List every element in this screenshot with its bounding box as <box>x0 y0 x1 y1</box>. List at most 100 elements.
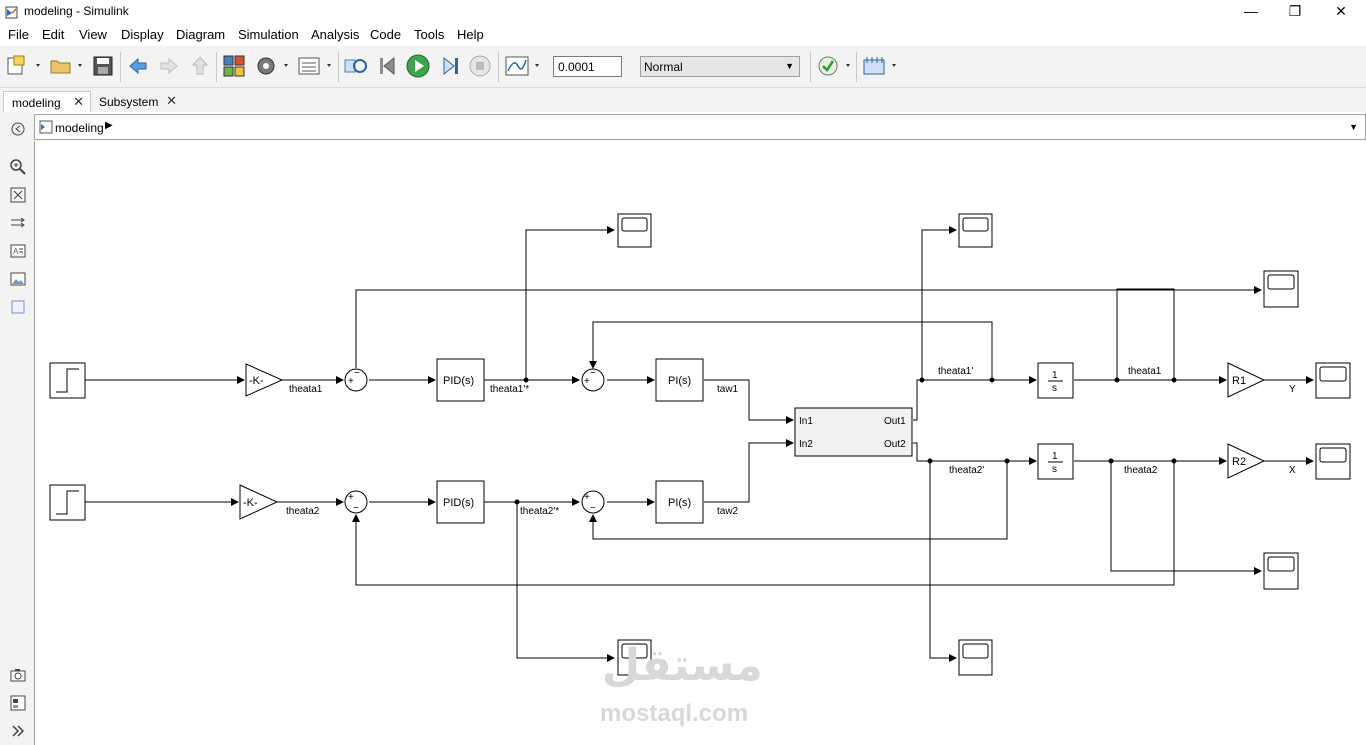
sum-block-3[interactable]: + − <box>344 490 368 514</box>
hide-browser-icon[interactable] <box>9 120 27 138</box>
tab-bar: modeling ✕ Subsystem ✕ <box>0 88 1366 112</box>
signal-label-theata2-out: theata2 <box>1124 465 1158 476</box>
save-icon[interactable] <box>92 54 114 78</box>
step-block-2[interactable] <box>49 484 86 521</box>
r1-gain-block[interactable]: R1 <box>1227 362 1266 398</box>
breadcrumb-model[interactable]: modeling <box>55 121 104 135</box>
close-tab-icon[interactable]: ✕ <box>73 94 84 110</box>
signal-label-taw1: taw1 <box>717 384 739 395</box>
chevron-down-icon[interactable]: ▼ <box>1349 122 1358 132</box>
toolbar-separator <box>120 52 121 82</box>
stop-time-input[interactable] <box>553 56 622 77</box>
step-forward-icon[interactable] <box>436 54 462 78</box>
record-scope-icon[interactable] <box>504 54 544 78</box>
left-palette: A <box>0 112 34 745</box>
toolbar-separator <box>810 52 811 82</box>
menu-view[interactable]: View <box>79 27 107 42</box>
run-icon[interactable] <box>405 54 431 78</box>
pid-controller-block-2[interactable]: PID(s) <box>436 480 485 524</box>
close-button[interactable]: ✕ <box>1318 0 1364 24</box>
r2-gain-block[interactable]: R2 <box>1227 443 1266 479</box>
menu-help[interactable]: Help <box>457 27 484 42</box>
signal-lines <box>85 226 1314 662</box>
sum-minus-sign: − <box>353 503 359 514</box>
gain-block-2[interactable]: -K- <box>239 484 279 520</box>
scope-block-2[interactable] <box>958 213 993 248</box>
new-model-icon[interactable] <box>6 54 44 78</box>
image-icon[interactable] <box>9 270 27 288</box>
menu-analysis[interactable]: Analysis <box>311 27 359 42</box>
simulation-mode-select[interactable]: Normal ▼ <box>640 56 800 77</box>
signal-label-theata1-out: theata1 <box>1128 366 1162 377</box>
forward-arrow-icon[interactable] <box>158 54 180 78</box>
signal-label-theata2-dot: theata2' <box>949 465 984 476</box>
scope-block-6[interactable] <box>958 639 993 676</box>
breadcrumb[interactable]: modeling ▶ ▼ <box>34 114 1366 140</box>
open-folder-icon[interactable] <box>48 54 86 78</box>
tab-subsystem[interactable]: Subsystem ✕ <box>91 91 183 112</box>
scope-block-1[interactable] <box>617 213 652 248</box>
watermark-logo: مستقل mostaql.com <box>598 640 768 730</box>
update-diagram-icon[interactable] <box>343 54 369 78</box>
sum-plus-sign: + <box>348 492 354 503</box>
scope-y-block[interactable] <box>1315 362 1351 399</box>
build-model-icon[interactable] <box>862 54 902 78</box>
sum-minus-sign: − <box>590 368 596 379</box>
model-settings-gear-icon[interactable] <box>254 54 294 78</box>
signal-label-theata2: theata2 <box>286 506 320 517</box>
toolbar-separator <box>338 52 339 82</box>
integrator-block-2[interactable]: 1 s <box>1037 443 1074 480</box>
integrator-block-1[interactable]: 1 s <box>1037 362 1074 399</box>
scope-block-4[interactable] <box>1263 552 1299 590</box>
library-browser-icon[interactable] <box>222 54 248 78</box>
menu-file[interactable]: File <box>8 27 29 42</box>
signal-label-x: X <box>1289 465 1296 476</box>
scope-x-block[interactable] <box>1315 443 1351 480</box>
up-arrow-icon[interactable] <box>189 54 211 78</box>
tab-modeling[interactable]: modeling ✕ <box>3 91 91 112</box>
step-back-icon[interactable] <box>376 54 402 78</box>
pid-controller-block-1[interactable]: PID(s) <box>436 358 485 402</box>
close-tab-icon[interactable]: ✕ <box>166 93 177 109</box>
sum-block-4[interactable]: + − <box>581 490 605 514</box>
sum-block-2[interactable]: + − <box>581 368 605 392</box>
menu-diagram[interactable]: Diagram <box>176 27 225 42</box>
step-block-1[interactable] <box>49 362 86 399</box>
scope-block-3[interactable] <box>1263 270 1299 308</box>
back-arrow-icon[interactable] <box>127 54 149 78</box>
subsystem-port-out2: Out2 <box>884 439 906 450</box>
camera-icon[interactable] <box>9 666 27 684</box>
menu-tools[interactable]: Tools <box>414 27 444 42</box>
model-advisor-check-icon[interactable] <box>816 54 856 78</box>
r1-label: R1 <box>1232 375 1246 387</box>
route-lines-icon[interactable] <box>9 214 27 232</box>
pi-controller-block-1[interactable]: PI(s) <box>655 358 704 402</box>
window-title: modeling - Simulink <box>24 4 129 18</box>
model-browser-icon[interactable] <box>9 694 27 712</box>
gain-block-label: -K- <box>249 375 264 387</box>
fit-to-view-icon[interactable] <box>9 186 27 204</box>
watermark-latin: mostaql.com <box>600 700 749 727</box>
zoom-icon[interactable] <box>9 158 27 176</box>
minimize-button[interactable]: — <box>1228 0 1274 24</box>
sum-block-1[interactable]: + − <box>344 368 368 392</box>
menu-simulation[interactable]: Simulation <box>238 27 299 42</box>
menu-edit[interactable]: Edit <box>42 27 64 42</box>
menu-code[interactable]: Code <box>370 27 401 42</box>
area-icon[interactable] <box>9 298 27 316</box>
toolbar-separator <box>856 52 857 82</box>
toolbar-separator <box>216 52 217 82</box>
expand-double-chevron-icon[interactable] <box>9 722 27 740</box>
sum-minus-sign: − <box>590 503 596 514</box>
model-explorer-icon[interactable] <box>297 54 337 78</box>
annotation-icon[interactable]: A <box>9 242 27 260</box>
stop-icon[interactable] <box>467 54 493 78</box>
restore-button[interactable]: ❐ <box>1272 0 1318 24</box>
gain-block-1[interactable]: -K- <box>245 363 284 397</box>
subsystem-block[interactable]: In1 In2 Out1 Out2 <box>794 407 913 457</box>
menu-display[interactable]: Display <box>121 27 164 42</box>
integrator-numerator: 1 <box>1052 370 1058 381</box>
signal-label-theata1-ref: theata1'* <box>490 384 529 395</box>
svg-text:A: A <box>13 247 19 256</box>
pi-controller-block-2[interactable]: PI(s) <box>655 480 704 524</box>
